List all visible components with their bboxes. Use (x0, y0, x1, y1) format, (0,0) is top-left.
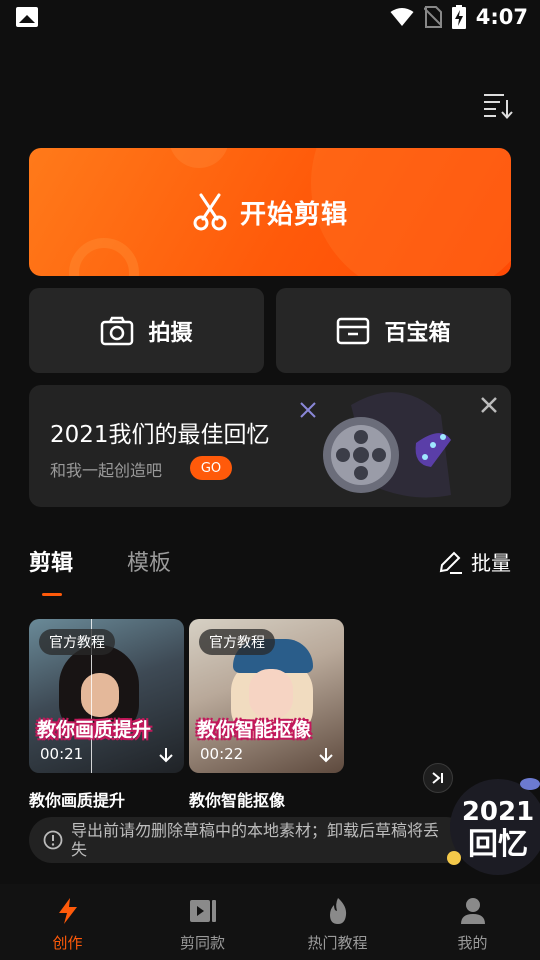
nav-item-profile[interactable]: 我的 (405, 884, 540, 960)
toolbox-button[interactable]: 百宝箱 (276, 288, 511, 373)
nav-item-template[interactable]: 剪同款 (135, 884, 270, 960)
lightning-icon (58, 898, 77, 924)
draft-warning-toast: 导出前请勿删除草稿中的本地素材；卸载后草稿将丢失 (29, 817, 469, 863)
shoot-label: 拍摄 (148, 320, 193, 346)
nav-item-tutorials[interactable]: 热门教程 (270, 884, 405, 960)
gallery-notification-icon (16, 7, 38, 27)
tab-edit[interactable]: 剪辑 (29, 545, 73, 577)
no-sim-icon (423, 6, 442, 28)
memories-floating-badge[interactable]: 2021 回忆 (438, 772, 540, 880)
toolbox-icon (337, 317, 370, 344)
tutorial-card-quality[interactable]: 官方教程 教你画质提升 00:21 (29, 619, 184, 773)
official-tutorial-badge: 官方教程 (199, 629, 275, 655)
start-editing-button[interactable]: 开始剪辑 (29, 148, 511, 276)
status-icons: 4:07 (390, 5, 528, 29)
sort-icon (484, 94, 513, 119)
go-button[interactable]: GO (190, 456, 232, 480)
card-headline: 教你画质提升 (37, 719, 152, 741)
video-template-icon (189, 900, 216, 922)
download-icon[interactable] (318, 747, 334, 763)
scissors-icon (193, 193, 227, 231)
official-tutorial-badge: 官方教程 (39, 629, 115, 655)
banner-title: 2021我们的最佳回忆 (50, 422, 270, 448)
card-headline: 教你智能抠像 (197, 719, 312, 741)
film-reel-illustration (300, 392, 451, 498)
pencil-icon (439, 551, 462, 574)
tutorial-card-cutout[interactable]: 官方教程 教你智能抠像 00:22 (189, 619, 344, 773)
card-duration: 00:21 (40, 745, 84, 763)
content-tabs: 剪辑 模板 批量 (29, 545, 511, 596)
active-tab-indicator (42, 593, 62, 596)
nav-label: 热门教程 (307, 934, 368, 952)
battery-charging-icon (451, 5, 466, 29)
close-icon[interactable] (479, 395, 499, 415)
tab-template[interactable]: 模板 (127, 545, 171, 577)
toast-text: 导出前请勿删除草稿中的本地素材；卸载后草稿将丢失 (71, 821, 440, 859)
sort-button[interactable] (482, 90, 514, 122)
download-icon[interactable] (158, 747, 174, 763)
bottom-navigation: 创作 剪同款 热门教程 我的 (0, 884, 540, 960)
flame-icon (329, 898, 346, 924)
nav-item-create[interactable]: 创作 (0, 884, 135, 960)
nav-label: 创作 (52, 934, 83, 952)
toolbox-label: 百宝箱 (384, 320, 451, 346)
wifi-icon (390, 8, 414, 26)
person-icon (460, 898, 485, 924)
shoot-button[interactable]: 拍摄 (29, 288, 264, 373)
batch-button[interactable]: 批量 (437, 547, 511, 576)
nav-label: 我的 (457, 934, 488, 952)
memories-banner[interactable]: 2021我们的最佳回忆 和我一起创造吧 GO (29, 385, 511, 507)
camera-icon (101, 316, 134, 345)
banner-subtitle: 和我一起创造吧 (50, 461, 163, 480)
status-bar: 4:07 (0, 0, 540, 36)
badge-line1: 2021 (462, 797, 534, 827)
card-title[interactable]: 教你智能抠像 (189, 787, 285, 811)
nav-label: 剪同款 (179, 934, 225, 952)
batch-label: 批量 (471, 551, 511, 575)
start-editing-label: 开始剪辑 (239, 199, 348, 230)
status-time: 4:07 (475, 5, 528, 29)
info-icon (43, 830, 63, 850)
card-duration: 00:22 (200, 745, 244, 763)
badge-line2: 回忆 (468, 827, 528, 862)
card-title[interactable]: 教你画质提升 (29, 787, 125, 811)
